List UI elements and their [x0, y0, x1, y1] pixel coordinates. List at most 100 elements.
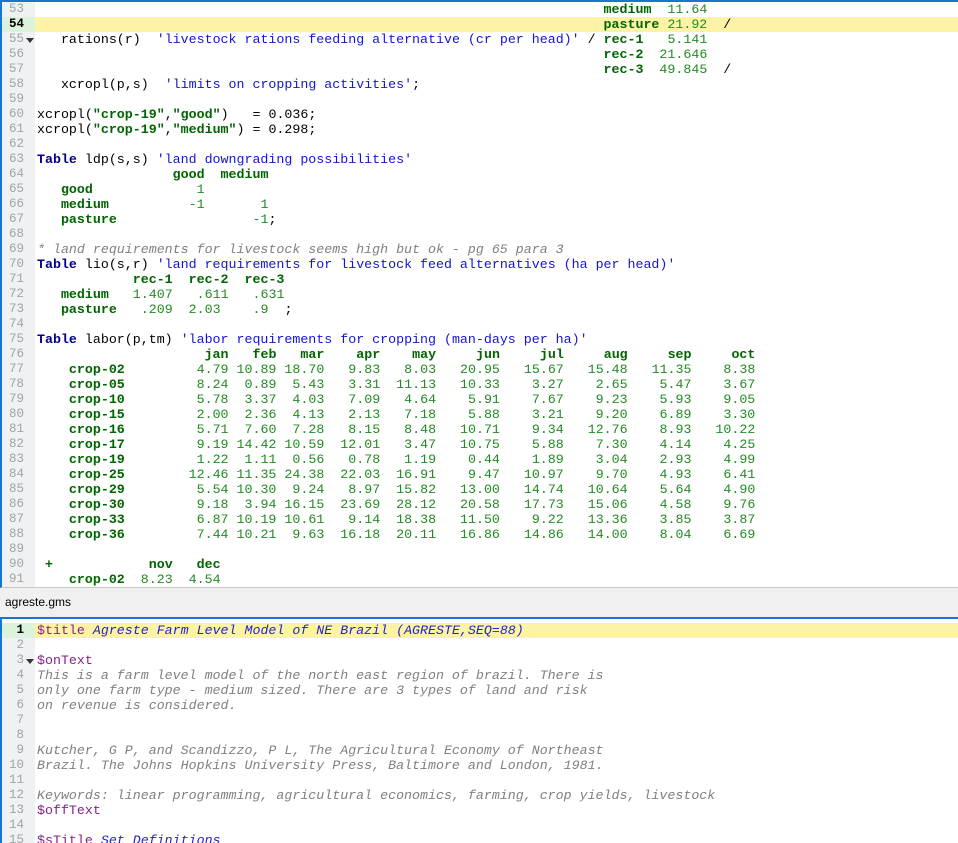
code-line-content[interactable]: $offText [35, 803, 958, 818]
code-line-content[interactable]: crop-17 9.19 14.42 10.59 12.01 3.47 10.7… [35, 437, 958, 452]
code-line[interactable]: 86 crop-30 9.18 3.94 16.15 23.69 28.12 2… [2, 497, 958, 512]
code-line-content[interactable]: Brazil. The Johns Hopkins University Pre… [35, 758, 958, 773]
code-line[interactable]: 14 [2, 818, 958, 833]
code-line[interactable]: 69* land requirements for livestock seem… [2, 242, 958, 257]
code-line-content[interactable]: pasture -1; [35, 212, 958, 227]
code-line[interactable]: 58 xcropl(p,s) 'limits on cropping activ… [2, 77, 958, 92]
code-line-content[interactable]: medium -1 1 [35, 197, 958, 212]
code-line-content[interactable] [35, 317, 958, 332]
code-line-content[interactable]: pasture 21.92 / [35, 17, 958, 32]
code-line[interactable]: 11 [2, 773, 958, 788]
code-line[interactable]: 76 jan feb mar apr may jun jul aug sep o… [2, 347, 958, 362]
code-line[interactable]: 10Brazil. The Johns Hopkins University P… [2, 758, 958, 773]
code-line[interactable]: 77 crop-02 4.79 10.89 18.70 9.83 8.03 20… [2, 362, 958, 377]
code-line-content[interactable] [35, 728, 958, 743]
code-line[interactable]: 65 good 1 [2, 182, 958, 197]
code-line[interactable]: 12Keywords: linear programming, agricult… [2, 788, 958, 803]
code-line[interactable]: 7 [2, 713, 958, 728]
code-line[interactable]: 1$title Agreste Farm Level Model of NE B… [2, 623, 958, 638]
code-line[interactable]: 79 crop-10 5.78 3.37 4.03 7.09 4.64 5.91… [2, 392, 958, 407]
code-line-content[interactable]: $title Agreste Farm Level Model of NE Br… [35, 623, 958, 638]
code-line-content[interactable]: xcropl(p,s) 'limits on cropping activiti… [35, 77, 958, 92]
code-editor-top[interactable]: 53 medium 11.6454 pasture 21.92 /55 rati… [0, 0, 958, 588]
code-line-content[interactable]: rec-2 21.646 [35, 47, 958, 62]
code-line[interactable]: 63Table ldp(s,s) 'land downgrading possi… [2, 152, 958, 167]
fold-collapse-icon[interactable] [26, 38, 34, 43]
code-line-content[interactable]: * land requirements for livestock seems … [35, 242, 958, 257]
fold-collapse-icon[interactable] [26, 659, 34, 664]
code-line[interactable]: 60xcropl("crop-19","good") = 0.036; [2, 107, 958, 122]
code-line-content[interactable]: crop-30 9.18 3.94 16.15 23.69 28.12 20.5… [35, 497, 958, 512]
code-line-content[interactable]: crop-16 5.71 7.60 7.28 8.15 8.48 10.71 9… [35, 422, 958, 437]
code-line[interactable]: 3$onText [2, 653, 958, 668]
code-line[interactable]: 78 crop-05 8.24 0.89 5.43 3.31 11.13 10.… [2, 377, 958, 392]
code-line[interactable]: 91 crop-02 8.23 4.54 [2, 572, 958, 587]
code-line-content[interactable]: medium 1.407 .611 .631 [35, 287, 958, 302]
code-line[interactable]: 4This is a farm level model of the north… [2, 668, 958, 683]
code-line-content[interactable]: rec-1 rec-2 rec-3 [35, 272, 958, 287]
code-line[interactable]: 70Table lio(s,r) 'land requirements for … [2, 257, 958, 272]
code-line[interactable]: 85 crop-29 5.54 10.30 9.24 8.97 15.82 13… [2, 482, 958, 497]
code-line-content[interactable] [35, 773, 958, 788]
code-line[interactable]: 5only one farm type - medium sized. Ther… [2, 683, 958, 698]
code-line[interactable]: 87 crop-33 6.87 10.19 10.61 9.14 18.38 1… [2, 512, 958, 527]
code-line[interactable]: 74 [2, 317, 958, 332]
code-line-content[interactable]: crop-02 8.23 4.54 [35, 572, 958, 587]
code-line[interactable]: 54 pasture 21.92 / [2, 17, 958, 32]
code-line-content[interactable]: pasture .209 2.03 .9 ; [35, 302, 958, 317]
code-line-content[interactable]: crop-02 4.79 10.89 18.70 9.83 8.03 20.95… [35, 362, 958, 377]
code-line[interactable]: 90 + nov dec [2, 557, 958, 572]
code-line-content[interactable] [35, 92, 958, 107]
code-line[interactable]: 62 [2, 137, 958, 152]
code-line[interactable]: 66 medium -1 1 [2, 197, 958, 212]
code-line[interactable]: 72 medium 1.407 .611 .631 [2, 287, 958, 302]
code-line[interactable]: 89 [2, 542, 958, 557]
code-line-content[interactable]: crop-33 6.87 10.19 10.61 9.14 18.38 11.5… [35, 512, 958, 527]
code-line[interactable]: 2 [2, 638, 958, 653]
code-line-content[interactable]: $onText [35, 653, 958, 668]
code-line-content[interactable] [35, 227, 958, 242]
code-line[interactable]: 61xcropl("crop-19","medium") = 0.298; [2, 122, 958, 137]
code-line[interactable]: 9Kutcher, G P, and Scandizzo, P L, The A… [2, 743, 958, 758]
code-line[interactable]: 53 medium 11.64 [2, 2, 958, 17]
code-line-content[interactable]: only one farm type - medium sized. There… [35, 683, 958, 698]
code-line[interactable]: 15$sTitle Set Definitions [2, 833, 958, 843]
code-line-content[interactable]: crop-25 12.46 11.35 24.38 22.03 16.91 9.… [35, 467, 958, 482]
code-line-content[interactable]: crop-10 5.78 3.37 4.03 7.09 4.64 5.91 7.… [35, 392, 958, 407]
code-line-content[interactable]: $sTitle Set Definitions [35, 833, 958, 843]
code-line[interactable]: 56 rec-2 21.646 [2, 47, 958, 62]
code-line-content[interactable]: Keywords: linear programming, agricultur… [35, 788, 958, 803]
code-editor-bottom[interactable]: 1$title Agreste Farm Level Model of NE B… [0, 617, 958, 843]
code-line-content[interactable] [35, 137, 958, 152]
code-line-content[interactable]: rec-3 49.845 / [35, 62, 958, 77]
code-line[interactable]: 83 crop-19 1.22 1.11 0.56 0.78 1.19 0.44… [2, 452, 958, 467]
code-line[interactable]: 82 crop-17 9.19 14.42 10.59 12.01 3.47 1… [2, 437, 958, 452]
code-line[interactable]: 6on revenue is considered. [2, 698, 958, 713]
code-line-content[interactable] [35, 542, 958, 557]
code-line-content[interactable]: Table lio(s,r) 'land requirements for li… [35, 257, 958, 272]
code-line-content[interactable]: xcropl("crop-19","good") = 0.036; [35, 107, 958, 122]
code-line[interactable]: 68 [2, 227, 958, 242]
code-line[interactable]: 64 good medium [2, 167, 958, 182]
code-line-content[interactable]: rations(r) 'livestock rations feeding al… [35, 32, 958, 47]
code-line[interactable]: 55 rations(r) 'livestock rations feeding… [2, 32, 958, 47]
code-line-content[interactable]: on revenue is considered. [35, 698, 958, 713]
code-line-content[interactable]: This is a farm level model of the north … [35, 668, 958, 683]
code-line[interactable]: 8 [2, 728, 958, 743]
code-line-content[interactable] [35, 713, 958, 728]
code-line[interactable]: 81 crop-16 5.71 7.60 7.28 8.15 8.48 10.7… [2, 422, 958, 437]
code-line-content[interactable] [35, 638, 958, 653]
code-line-content[interactable]: good 1 [35, 182, 958, 197]
code-line[interactable]: 84 crop-25 12.46 11.35 24.38 22.03 16.91… [2, 467, 958, 482]
code-line[interactable]: 59 [2, 92, 958, 107]
code-line-content[interactable]: medium 11.64 [35, 2, 958, 17]
code-line-content[interactable]: Table ldp(s,s) 'land downgrading possibi… [35, 152, 958, 167]
code-line-content[interactable]: crop-29 5.54 10.30 9.24 8.97 15.82 13.00… [35, 482, 958, 497]
code-line-content[interactable] [35, 818, 958, 833]
code-line[interactable]: 88 crop-36 7.44 10.21 9.63 16.18 20.11 1… [2, 527, 958, 542]
code-line-content[interactable]: jan feb mar apr may jun jul aug sep oct [35, 347, 958, 362]
code-line[interactable]: 75Table labor(p,tm) 'labor requirements … [2, 332, 958, 347]
splitter-bar[interactable]: agreste.gms [0, 588, 958, 617]
code-line[interactable]: 13$offText [2, 803, 958, 818]
code-line[interactable]: 57 rec-3 49.845 / [2, 62, 958, 77]
